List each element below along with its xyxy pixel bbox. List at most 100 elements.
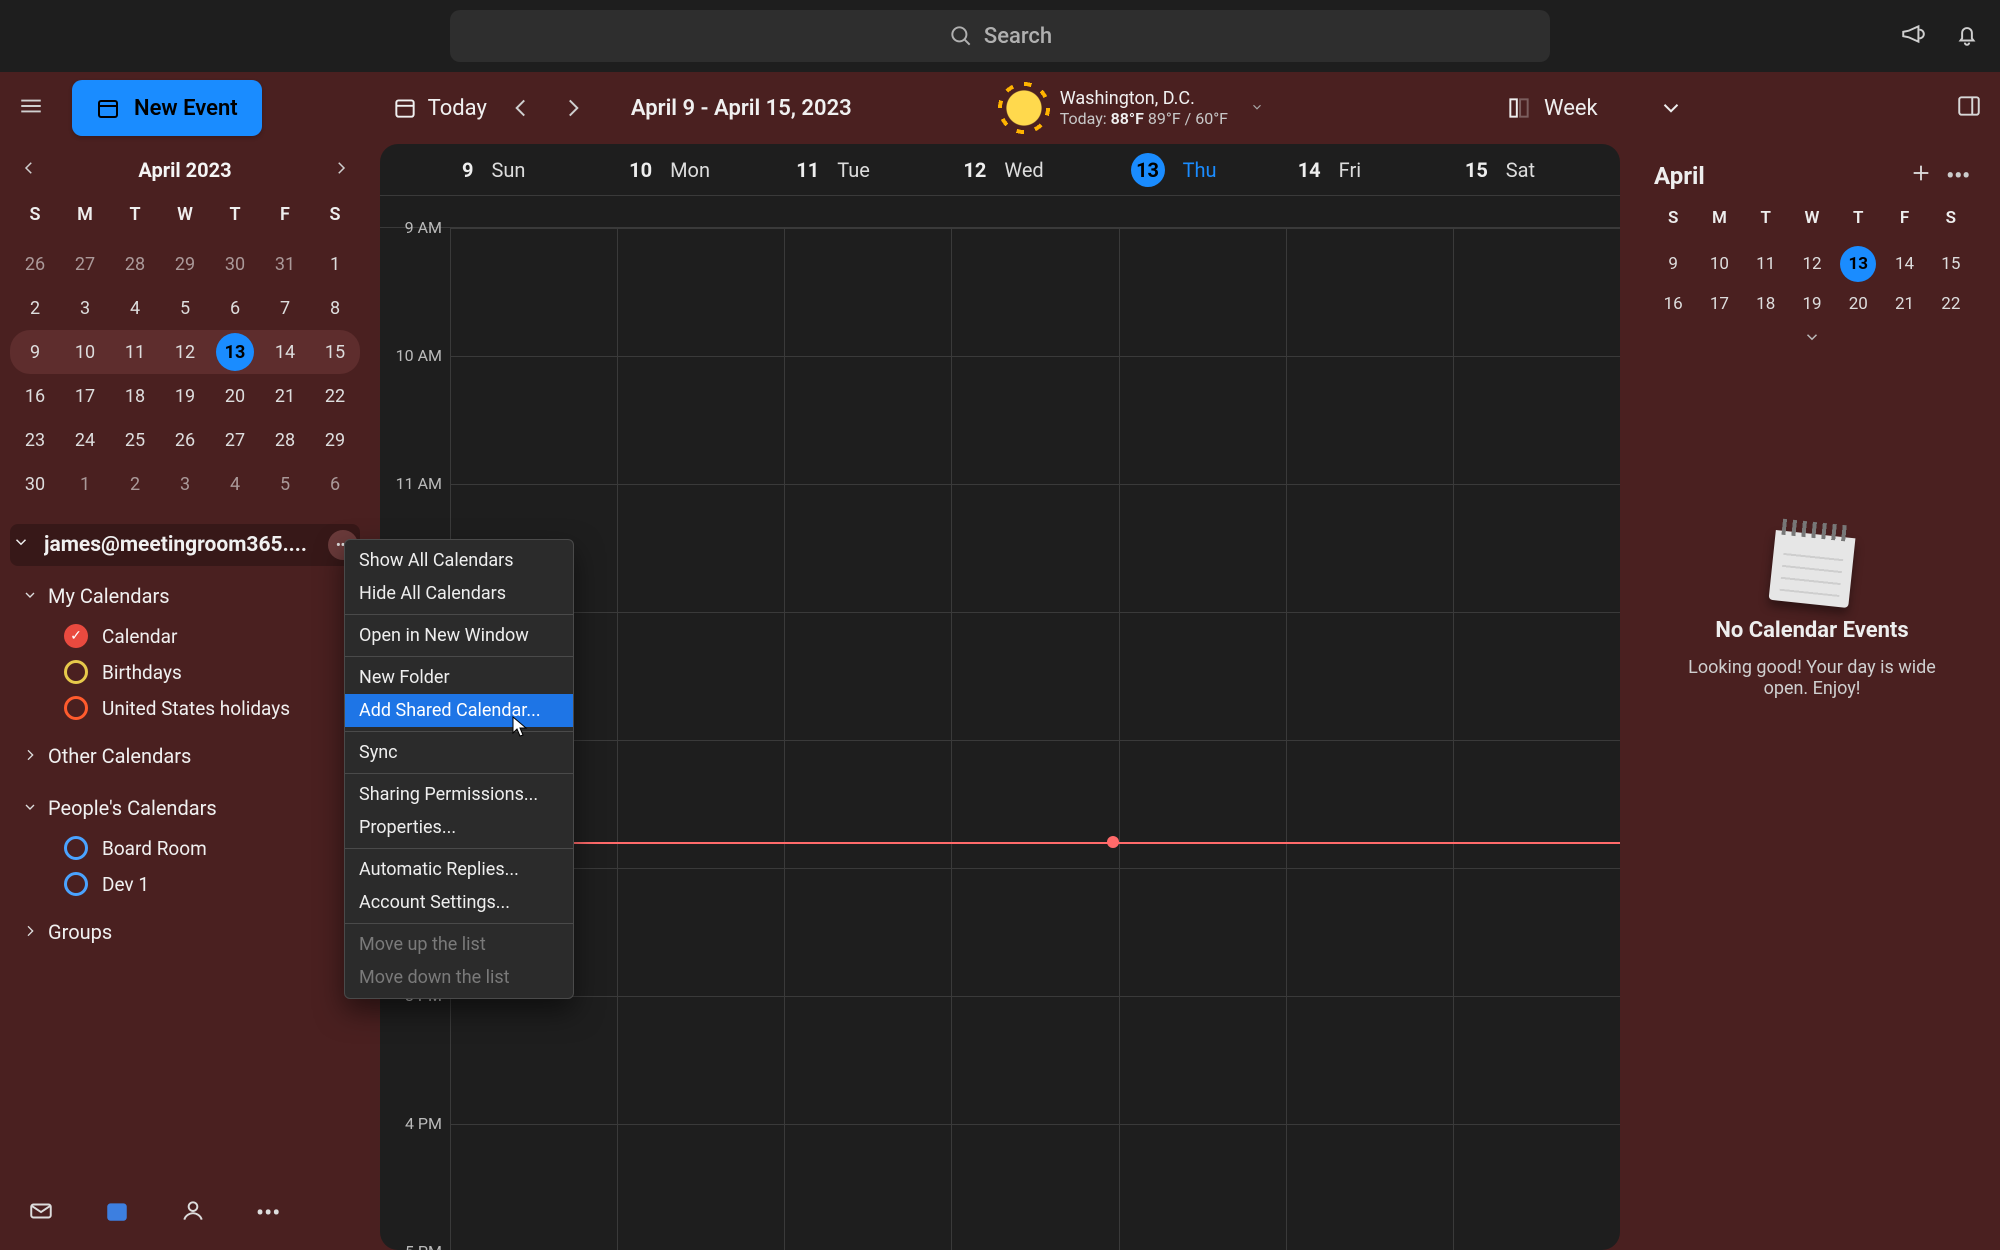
day-column[interactable] — [1453, 228, 1620, 1250]
toggle-right-panel-button[interactable] — [1956, 93, 1982, 123]
mini-cal-day[interactable]: 10 — [60, 330, 110, 374]
mini-cal-day[interactable]: 28 — [110, 242, 160, 286]
mini-cal-day[interactable]: 25 — [110, 418, 160, 462]
rpanel-cal-day[interactable]: 11 — [1743, 244, 1789, 284]
calendar-group-header[interactable]: People's Calendars — [10, 786, 360, 830]
day-header[interactable]: 13Thu — [1119, 153, 1286, 187]
view-selector[interactable]: Week — [1484, 85, 1706, 131]
rpanel-cal-day[interactable]: 18 — [1743, 284, 1789, 324]
rpanel-cal-day[interactable]: 20 — [1835, 284, 1881, 324]
day-header[interactable]: 10Mon — [617, 158, 784, 182]
mini-cal-prev[interactable] — [20, 158, 38, 182]
mini-cal-day[interactable]: 27 — [210, 418, 260, 462]
add-event-button[interactable] — [1910, 162, 1932, 190]
day-header[interactable]: 14Fri — [1286, 158, 1453, 182]
mini-cal-day[interactable]: 23 — [10, 418, 60, 462]
mini-cal-day[interactable]: 27 — [60, 242, 110, 286]
mini-cal-day[interactable]: 3 — [160, 462, 210, 506]
mini-cal-day[interactable]: 30 — [10, 462, 60, 506]
context-menu-item[interactable]: Hide All Calendars — [345, 577, 573, 610]
rpanel-expand[interactable] — [1632, 324, 1992, 354]
rpanel-cal-day[interactable]: 21 — [1881, 284, 1927, 324]
day-column[interactable] — [1286, 228, 1453, 1250]
mini-cal-day[interactable]: 29 — [160, 242, 210, 286]
day-column[interactable] — [1119, 228, 1286, 1250]
context-menu-item[interactable]: Automatic Replies... — [345, 853, 573, 886]
context-menu-item[interactable]: New Folder — [345, 661, 573, 694]
mini-cal-day[interactable]: 24 — [60, 418, 110, 462]
mini-cal-day[interactable]: 3 — [60, 286, 110, 330]
calendar-group-header[interactable]: Groups — [10, 910, 360, 954]
mini-cal-day[interactable]: 2 — [10, 286, 60, 330]
rpanel-cal-day[interactable]: 22 — [1928, 284, 1974, 324]
context-menu-item[interactable]: Sync — [345, 736, 573, 769]
context-menu-item[interactable]: Open in New Window — [345, 619, 573, 652]
calendar-icon[interactable] — [104, 1198, 130, 1228]
mini-cal-day[interactable]: 1 — [60, 462, 110, 506]
mini-cal-day[interactable]: 4 — [110, 286, 160, 330]
mini-cal-day[interactable]: 21 — [260, 374, 310, 418]
mini-cal-day[interactable]: 29 — [310, 418, 360, 462]
panel-more-button[interactable]: ••• — [1946, 164, 1970, 189]
hamburger-icon[interactable] — [18, 93, 48, 123]
mini-cal-day[interactable]: 14 — [260, 330, 310, 374]
mini-cal-day[interactable]: 12 — [160, 330, 210, 374]
mini-cal-day[interactable]: 1 — [310, 242, 360, 286]
new-event-button[interactable]: New Event — [72, 80, 262, 136]
rpanel-cal-day[interactable]: 9 — [1650, 244, 1696, 284]
day-column[interactable] — [784, 228, 951, 1250]
calendar-item[interactable]: Board Room — [10, 830, 360, 866]
mini-cal-day[interactable]: 6 — [310, 462, 360, 506]
context-menu-item[interactable]: Account Settings... — [345, 886, 573, 919]
mini-cal-day[interactable]: 22 — [310, 374, 360, 418]
day-header[interactable]: 12Wed — [951, 158, 1118, 182]
rpanel-cal-day[interactable]: 12 — [1789, 244, 1835, 284]
mini-cal-day[interactable]: 28 — [260, 418, 310, 462]
mini-cal-day[interactable]: 20 — [210, 374, 260, 418]
mini-cal-day[interactable]: 13 — [216, 333, 254, 371]
day-header[interactable]: 15Sat — [1453, 158, 1620, 182]
context-menu-item[interactable]: Properties... — [345, 811, 573, 844]
day-column[interactable] — [617, 228, 784, 1250]
search-input[interactable]: Search — [450, 10, 1550, 62]
next-week-button[interactable] — [555, 95, 591, 121]
rpanel-cal-day[interactable]: 17 — [1696, 284, 1742, 324]
mini-cal-day[interactable]: 26 — [10, 242, 60, 286]
calendar-item[interactable]: Dev 1 — [10, 866, 360, 902]
day-column[interactable] — [951, 228, 1118, 1250]
mini-cal-day[interactable]: 7 — [260, 286, 310, 330]
prev-week-button[interactable] — [503, 95, 539, 121]
mini-cal-day[interactable]: 18 — [110, 374, 160, 418]
mini-cal-day[interactable]: 15 — [310, 330, 360, 374]
mini-cal-day[interactable]: 30 — [210, 242, 260, 286]
rpanel-cal-day[interactable]: 16 — [1650, 284, 1696, 324]
megaphone-icon[interactable] — [1900, 21, 1926, 51]
people-icon[interactable] — [180, 1198, 206, 1228]
mini-cal-day[interactable]: 26 — [160, 418, 210, 462]
rpanel-cal-day[interactable]: 13 — [1840, 246, 1876, 282]
mini-cal-day[interactable]: 31 — [260, 242, 310, 286]
mini-cal-day[interactable]: 2 — [110, 462, 160, 506]
mini-cal-day[interactable]: 17 — [60, 374, 110, 418]
rpanel-cal-day[interactable]: 15 — [1928, 244, 1974, 284]
rpanel-cal-day[interactable]: 14 — [1881, 244, 1927, 284]
allday-row[interactable] — [380, 196, 1620, 228]
day-header[interactable]: 11Tue — [784, 158, 951, 182]
bell-icon[interactable] — [1954, 21, 1980, 51]
calendar-item[interactable]: United States holidays — [10, 690, 360, 726]
rpanel-cal-day[interactable]: 19 — [1789, 284, 1835, 324]
mini-cal-day[interactable]: 6 — [210, 286, 260, 330]
mini-cal-day[interactable]: 16 — [10, 374, 60, 418]
day-header[interactable]: 9Sun — [450, 158, 617, 182]
mini-cal-day[interactable]: 11 — [110, 330, 160, 374]
mini-cal-day[interactable]: 5 — [260, 462, 310, 506]
context-menu-item[interactable]: Show All Calendars — [345, 544, 573, 577]
mail-icon[interactable] — [28, 1198, 54, 1228]
today-button[interactable]: Today — [392, 95, 487, 121]
mini-cal-next[interactable] — [332, 158, 350, 182]
account-header[interactable]: james@meetingroom365.... ••• — [10, 524, 360, 566]
more-apps-icon[interactable]: ••• — [256, 1199, 280, 1227]
calendar-group-header[interactable]: My Calendars — [10, 574, 360, 618]
calendar-item[interactable]: Birthdays — [10, 654, 360, 690]
mini-cal-day[interactable]: 9 — [10, 330, 60, 374]
